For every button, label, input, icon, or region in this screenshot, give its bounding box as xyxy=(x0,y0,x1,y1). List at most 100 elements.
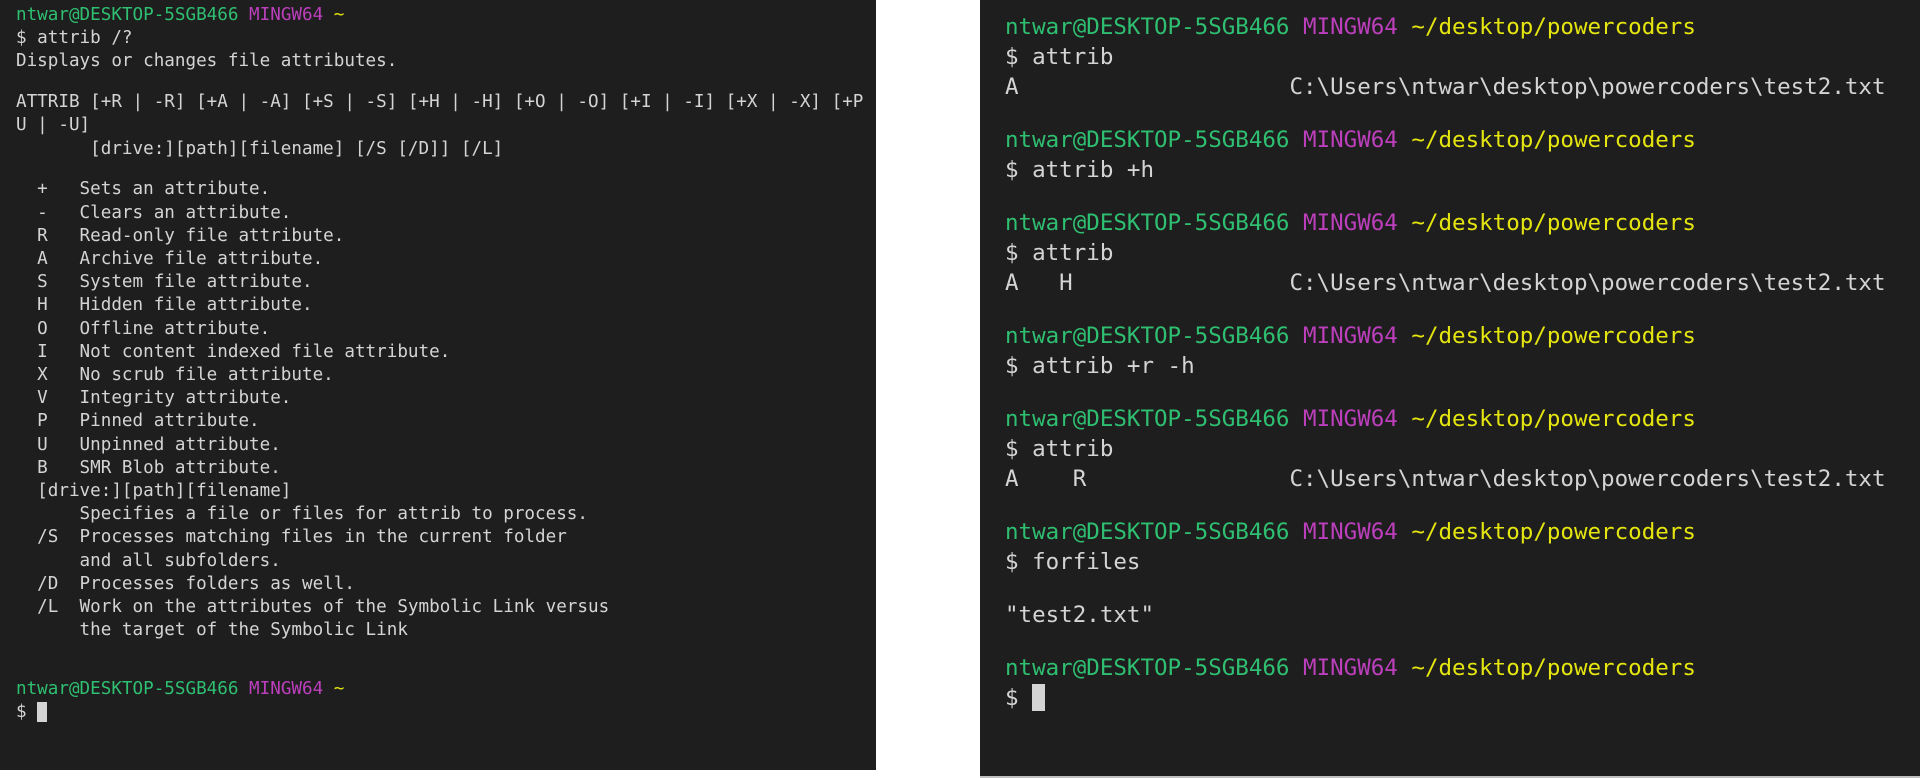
terminal-line: and all subfolders. xyxy=(16,550,876,573)
terminal-text: $ attrib xyxy=(1005,240,1114,267)
terminal-text: /S Processes matching files in the curre… xyxy=(16,527,567,548)
terminal-text: ntwar@DESKTOP-5SGB466 xyxy=(1005,127,1290,154)
right-terminal-window[interactable]: ntwar@DESKTOP-5SGB466 MINGW64 ~/desktop/… xyxy=(980,0,1920,778)
terminal-line: A H C:\Users\ntwar\desktop\powercoders\t… xyxy=(1005,268,1920,298)
terminal-text: MINGW64 xyxy=(249,5,324,25)
terminal-text: A R C:\Users\ntwar\desktop\powercoders\t… xyxy=(1005,466,1886,493)
terminal-text: A H C:\Users\ntwar\desktop\powercoders\t… xyxy=(1005,270,1886,297)
terminal-line: /S Processes matching files in the curre… xyxy=(16,526,876,549)
terminal-text: ntwar@DESKTOP-5SGB466 xyxy=(1005,210,1290,237)
terminal-text: ~/desktop/powercoders xyxy=(1411,210,1696,237)
terminal-line: $ attrib /? xyxy=(16,27,876,50)
terminal-line: $ attrib xyxy=(1005,42,1920,72)
terminal-line: /L Work on the attributes of the Symboli… xyxy=(16,596,876,619)
terminal-line: R Read-only file attribute. xyxy=(16,225,876,248)
terminal-text: /L Work on the attributes of the Symboli… xyxy=(16,597,610,618)
terminal-cursor xyxy=(37,701,48,722)
terminal-text: [drive:][path][filename] [/S [/D]] [/L] xyxy=(16,138,504,159)
terminal-line: ATTRIB [+R | -R] [+A | -A] [+S | -S] [+H… xyxy=(16,91,876,114)
terminal-text: ~/desktop/powercoders xyxy=(1411,654,1696,681)
terminal-text: /D Processes folders as well. xyxy=(16,573,355,594)
terminal-line: ntwar@DESKTOP-5SGB466 MINGW64 ~/desktop/… xyxy=(1005,517,1920,547)
terminal-text: X No scrub file attribute. xyxy=(16,365,334,386)
terminal-text: I Not content indexed file attribute. xyxy=(16,341,451,362)
terminal-text: ntwar@DESKTOP-5SGB466 xyxy=(1005,654,1290,681)
terminal-line: A R C:\Users\ntwar\desktop\powercoders\t… xyxy=(1005,464,1920,494)
terminal-line: ntwar@DESKTOP-5SGB466 MINGW64 ~/desktop/… xyxy=(1005,208,1920,238)
terminal-line: ntwar@DESKTOP-5SGB466 MINGW64 ~/desktop/… xyxy=(1005,404,1920,434)
terminal-text: B SMR Blob attribute. xyxy=(16,457,281,478)
terminal-line: $ attrib xyxy=(1005,434,1920,464)
terminal-line: A C:\Users\ntwar\desktop\powercoders\tes… xyxy=(1005,72,1920,102)
terminal-line: Displays or changes file attributes. xyxy=(16,50,876,73)
terminal-text: the target of the Symbolic Link xyxy=(16,620,408,641)
terminal-text: $ attrib xyxy=(1005,436,1114,463)
terminal-line: V Integrity attribute. xyxy=(16,387,876,410)
terminal-text: Specifies a file or files for attrib to … xyxy=(16,504,588,525)
terminal-text: ~ xyxy=(333,678,345,699)
terminal-line: - Clears an attribute. xyxy=(16,202,876,225)
terminal-line: ntwar@DESKTOP-5SGB466 MINGW64 ~ xyxy=(16,678,876,701)
terminal-line: $ attrib +r -h xyxy=(1005,351,1920,381)
terminal-line: Specifies a file or files for attrib to … xyxy=(16,503,876,526)
terminal-text: Displays or changes file attributes. xyxy=(16,51,398,72)
terminal-text: MINGW64 xyxy=(1303,406,1398,433)
terminal-cursor xyxy=(1032,683,1046,711)
terminal-text: MINGW64 xyxy=(1303,210,1398,237)
terminal-line: $ xyxy=(1005,683,1920,713)
terminal-line: I Not content indexed file attribute. xyxy=(16,341,876,364)
terminal-line: $ attrib +h xyxy=(1005,155,1920,185)
terminal-line: X No scrub file attribute. xyxy=(16,364,876,387)
terminal-text: and all subfolders. xyxy=(16,550,281,571)
terminal-text: ntwar@DESKTOP-5SGB466 xyxy=(16,5,239,25)
terminal-text: ntwar@DESKTOP-5SGB466 xyxy=(16,678,239,699)
terminal-text: MINGW64 xyxy=(249,678,324,699)
terminal-line: the target of the Symbolic Link xyxy=(16,619,876,642)
terminal-line: A Archive file attribute. xyxy=(16,248,876,271)
terminal-text: $ xyxy=(16,701,38,722)
terminal-line: U Unpinned attribute. xyxy=(16,434,876,457)
terminal-line: "test2.txt" xyxy=(1005,600,1920,630)
terminal-line: $ attrib xyxy=(1005,238,1920,268)
terminal-text: ~/desktop/powercoders xyxy=(1411,127,1696,154)
terminal-text: $ xyxy=(1005,684,1033,711)
terminal-text: $ attrib xyxy=(1005,44,1114,71)
terminal-text: $ attrib +h xyxy=(1005,157,1155,184)
terminal-text: U Unpinned attribute. xyxy=(16,434,281,455)
terminal-text: H Hidden file attribute. xyxy=(16,295,313,316)
terminal-line: ntwar@DESKTOP-5SGB466 MINGW64 ~/desktop/… xyxy=(1005,653,1920,683)
terminal-line: [drive:][path][filename] [/S [/D]] [/L] xyxy=(16,138,876,161)
terminal-line: B SMR Blob attribute. xyxy=(16,457,876,480)
terminal-line: U | -U] xyxy=(16,114,876,137)
terminal-text: $ forfiles xyxy=(1005,549,1141,576)
terminal-line: /D Processes folders as well. xyxy=(16,573,876,596)
terminal-line: [drive:][path][filename] xyxy=(16,480,876,503)
terminal-line: ntwar@DESKTOP-5SGB466 MINGW64 ~/desktop/… xyxy=(1005,321,1920,351)
left-terminal-window[interactable]: ntwar@DESKTOP-5SGB466 MINGW64 ~ $ attrib … xyxy=(0,0,876,770)
terminal-text: ntwar@DESKTOP-5SGB466 xyxy=(1005,519,1290,546)
terminal-line: $ forfiles xyxy=(1005,547,1920,577)
terminal-text: - Clears an attribute. xyxy=(16,202,292,223)
terminal-text: U | -U] xyxy=(16,115,91,136)
terminal-text: V Integrity attribute. xyxy=(16,388,292,409)
terminal-text: ntwar@DESKTOP-5SGB466 xyxy=(1005,14,1290,40)
